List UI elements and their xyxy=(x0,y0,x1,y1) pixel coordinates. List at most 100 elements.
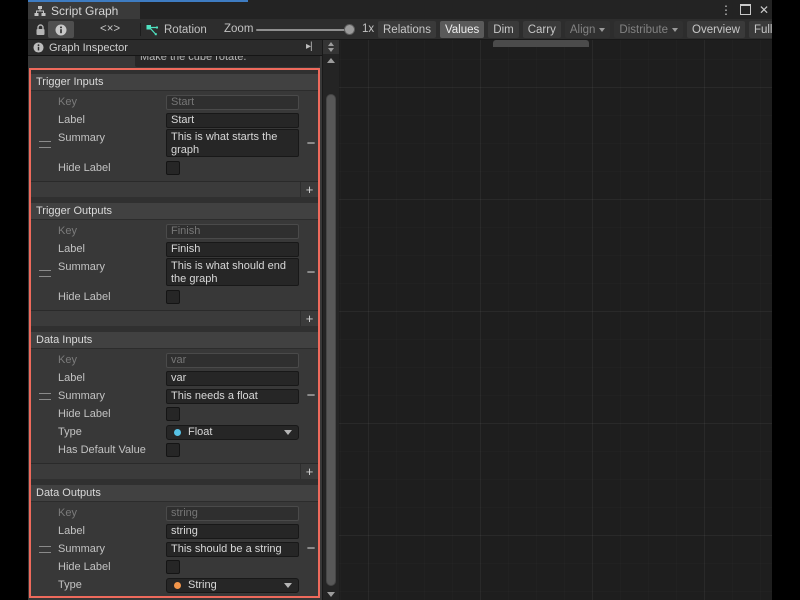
toolbar-button-full-screen[interactable]: Full Screen xyxy=(749,21,772,38)
section-title: Data Inputs xyxy=(31,332,318,349)
dropdown-value: String xyxy=(188,579,217,591)
graph-canvas[interactable] xyxy=(339,40,772,600)
inspector-row: Keystring xyxy=(31,504,318,522)
label-field[interactable]: Finish xyxy=(166,242,299,257)
toolbar-button-group: Relations Values Dim Carry Align DistributeOv… xyxy=(378,21,772,38)
drag-handle-icon[interactable] xyxy=(39,393,51,400)
field-label: Has Default Value xyxy=(58,444,166,456)
window-menu-icon[interactable]: ⋮ xyxy=(720,3,732,17)
type-color-icon xyxy=(174,582,181,589)
rotation-button[interactable]: Rotation xyxy=(146,21,207,38)
remove-item-button[interactable]: − xyxy=(303,137,319,151)
graph-summary-text: Make the cube rotate. xyxy=(135,56,320,64)
toolbar-button-overview[interactable]: Overview xyxy=(687,21,745,38)
toolbar-button-carry[interactable]: Carry xyxy=(523,21,561,38)
toolbar-button-label: Align xyxy=(570,24,596,36)
inspector-row: SummaryThis is what starts the graph− xyxy=(31,129,318,159)
inspector-section-data-inputs: Data InputsKeyvarLabelvarSummaryThis nee… xyxy=(31,332,318,479)
toolbar-button-dim[interactable]: Dim xyxy=(488,21,518,38)
inspector-row: KeyFinish xyxy=(31,222,318,240)
toolbar-button-values[interactable]: Values xyxy=(440,21,484,38)
field-label: Label xyxy=(58,243,166,255)
inspector-section-trigger-outputs: Trigger OutputsKeyFinishLabelFinishSumma… xyxy=(31,203,318,326)
dropdown-caret-icon xyxy=(284,430,292,435)
code-view-icon[interactable]: <×> xyxy=(100,23,120,35)
inspector-section-data-outputs: Data OutputsKeystringLabelstringSummaryT… xyxy=(31,485,318,598)
summary-field[interactable]: This is what starts the graph xyxy=(166,129,299,157)
field-label: Type xyxy=(58,579,166,591)
section-body: KeyFinish LabelFinishSummaryThis is what … xyxy=(31,220,318,308)
toolbar-button-align[interactable]: Align xyxy=(565,21,611,38)
summary-field[interactable]: This needs a float xyxy=(166,389,299,404)
inspector-scrollbar xyxy=(322,40,339,600)
field-label: Label xyxy=(58,525,166,537)
toolbar-button-relations[interactable]: Relations xyxy=(378,21,436,38)
scroll-down-arrow[interactable] xyxy=(327,592,335,597)
add-item-button[interactable]: + xyxy=(300,182,318,197)
graph-summary-field[interactable]: Make the cube rotate. xyxy=(135,56,320,67)
field-label: Key xyxy=(58,96,166,108)
toolbar-button-label: Dim xyxy=(493,24,513,36)
add-item-bar: + xyxy=(31,310,318,326)
remove-item-button[interactable]: − xyxy=(303,266,319,280)
scrollbar-pager-icon[interactable] xyxy=(323,40,339,54)
hide-label-checkbox[interactable] xyxy=(166,407,180,421)
toolbar-separator xyxy=(140,23,141,36)
toolbar-button-label: Carry xyxy=(528,24,556,36)
summary-field[interactable]: This should be a string xyxy=(166,542,299,557)
type-dropdown[interactable]: String xyxy=(166,578,299,593)
label-field[interactable]: Start xyxy=(166,113,299,128)
hide-label-checkbox[interactable] xyxy=(166,161,180,175)
scrollbar-thumb[interactable] xyxy=(326,94,336,586)
zoom-label: Zoom xyxy=(224,23,253,35)
drag-handle-icon[interactable] xyxy=(39,141,51,148)
scroll-up-arrow[interactable] xyxy=(327,58,335,63)
window-maximize-icon[interactable] xyxy=(740,4,751,15)
label-field[interactable]: var xyxy=(166,371,299,386)
section-body: KeyStartLabelStartSummaryThis is what st… xyxy=(31,91,318,179)
collapse-panel-icon[interactable]: ▸| xyxy=(306,41,312,52)
remove-item-button[interactable]: − xyxy=(303,542,319,556)
field-label: Summary xyxy=(58,543,166,555)
tab-label: Script Graph xyxy=(51,4,118,18)
has-default-value-checkbox[interactable] xyxy=(166,443,180,457)
summary-field[interactable]: This is what should end the graph xyxy=(166,258,299,286)
selected-definition-group: Trigger InputsKeyStartLabelStartSummaryT… xyxy=(29,68,320,598)
zoom-slider-handle[interactable] xyxy=(344,24,355,35)
inspector-row: TypeFloat xyxy=(31,423,318,441)
label-field[interactable]: string xyxy=(166,524,299,539)
field-label: Hide Label xyxy=(58,291,166,303)
dropdown-value: Float xyxy=(188,426,212,438)
zoom-slider-track[interactable] xyxy=(256,29,352,31)
add-item-bar: + xyxy=(31,181,318,197)
field-label: Hide Label xyxy=(58,408,166,420)
partial-node[interactable] xyxy=(493,40,589,47)
inspector-row: Type String xyxy=(31,576,318,594)
add-item-button[interactable]: + xyxy=(300,311,318,326)
field-label: Summary xyxy=(58,390,166,402)
section-body: KeyvarLabelvarSummaryThis needs a float−… xyxy=(31,349,318,461)
window-close-icon[interactable]: ✕ xyxy=(759,3,769,17)
graph-inspector-title: Graph Inspector xyxy=(49,42,128,54)
add-item-button[interactable]: + xyxy=(300,464,318,479)
unity-script-graph-window: Script Graph ⋮ ✕ <×> xyxy=(28,0,772,600)
inspector-row: Keyvar xyxy=(31,351,318,369)
type-dropdown[interactable]: Float xyxy=(166,425,299,440)
tab-script-graph[interactable]: Script Graph xyxy=(28,2,140,19)
drag-handle-icon[interactable] xyxy=(39,546,51,553)
field-label: Summary xyxy=(58,261,166,273)
toolbar-button-distribute[interactable]: Distribute xyxy=(614,21,683,38)
lock-icon[interactable] xyxy=(35,24,46,36)
drag-handle-icon[interactable] xyxy=(39,270,51,277)
inspector-toggle-button[interactable] xyxy=(48,21,74,38)
info-icon xyxy=(33,42,44,53)
zoom-value: 1x xyxy=(362,23,374,35)
toolbar-button-label: Relations xyxy=(383,24,431,36)
toolbar-button-label: Values xyxy=(445,24,479,36)
hide-label-checkbox[interactable] xyxy=(166,560,180,574)
remove-item-button[interactable]: − xyxy=(303,389,319,403)
field-label: Key xyxy=(58,354,166,366)
field-label: Key xyxy=(58,225,166,237)
hide-label-checkbox[interactable] xyxy=(166,290,180,304)
info-icon xyxy=(55,24,67,36)
